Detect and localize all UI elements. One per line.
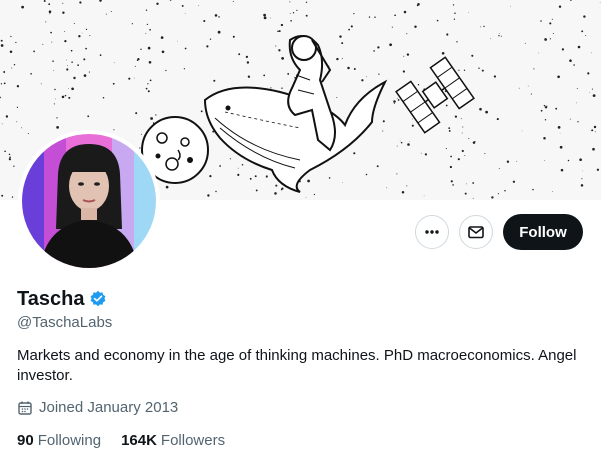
join-date: Joined January 2013 bbox=[17, 399, 178, 416]
following-label: Following bbox=[37, 432, 102, 449]
following-link[interactable]: 90 Following bbox=[17, 432, 101, 449]
verified-badge-icon[interactable] bbox=[89, 290, 107, 308]
avatar-image bbox=[22, 134, 156, 268]
avatar[interactable] bbox=[22, 134, 156, 268]
satellite-illustration bbox=[395, 56, 475, 134]
follow-stats: 90 Following 164K Followers bbox=[17, 432, 225, 449]
join-date-text: Joined January 2013 bbox=[39, 399, 179, 416]
profile-actions: Follow bbox=[415, 214, 583, 250]
more-horizontal-icon bbox=[425, 230, 439, 234]
followers-count: 164K bbox=[121, 432, 157, 449]
envelope-icon bbox=[468, 226, 484, 239]
avatar-container[interactable] bbox=[18, 130, 160, 272]
user-handle: @TaschaLabs bbox=[17, 314, 113, 331]
following-count: 90 bbox=[17, 432, 34, 449]
follow-button[interactable]: Follow bbox=[503, 214, 583, 250]
profile-bio: Markets and economy in the age of thinki… bbox=[17, 347, 577, 384]
followers-label: Followers bbox=[160, 432, 226, 449]
calendar-icon bbox=[18, 401, 32, 415]
followers-link[interactable]: 164K Followers bbox=[121, 432, 225, 449]
display-name-row: Tascha bbox=[17, 287, 107, 311]
more-button[interactable] bbox=[415, 215, 449, 249]
display-name: Tascha bbox=[17, 288, 85, 310]
message-button[interactable] bbox=[459, 215, 493, 249]
